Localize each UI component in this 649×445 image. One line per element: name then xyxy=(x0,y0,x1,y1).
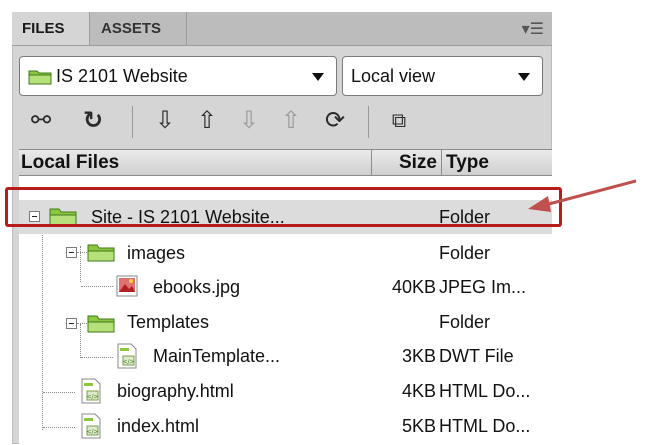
annotation-arrow-icon xyxy=(528,179,637,212)
